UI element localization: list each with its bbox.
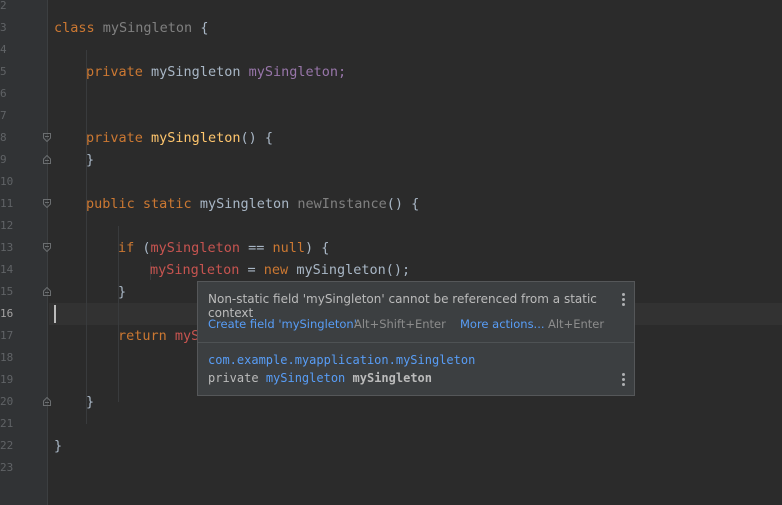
decl-modifier: private xyxy=(208,371,259,385)
line-number: 11 xyxy=(0,197,14,210)
line-number: 10 xyxy=(0,175,14,188)
method-name: newInstance xyxy=(297,196,387,212)
line-number: 2 xyxy=(0,0,7,12)
code-line: public static mySingleton newInstance() … xyxy=(86,193,419,215)
code-line: private mySingleton mySingleton; xyxy=(86,61,346,83)
error-field-ref: myS xyxy=(174,328,200,344)
line-number: 23 xyxy=(0,461,14,474)
keyword: static xyxy=(142,196,192,212)
fold-open-icon[interactable] xyxy=(43,133,51,142)
punct: } xyxy=(86,152,95,168)
shortcut-text: Alt+Enter xyxy=(548,317,605,331)
text-caret xyxy=(54,305,56,323)
line-number: 3 xyxy=(0,21,7,34)
line-number: 4 xyxy=(0,43,7,56)
type-name: mySingleton xyxy=(199,196,290,212)
code-line: } xyxy=(118,281,126,303)
operator: = xyxy=(239,262,264,278)
field-declaration: private mySingleton mySingleton xyxy=(208,371,432,385)
code-line: } xyxy=(86,149,94,171)
punct: } xyxy=(86,394,95,410)
line-number-gutter[interactable]: 2 3 4 5 6 7 8 9 10 11 12 13 14 15 16 17 … xyxy=(0,0,51,505)
error-message: Non-static field 'mySingleton' cannot be… xyxy=(208,292,597,320)
keyword: class xyxy=(54,20,95,36)
shortcut-text: Alt+Shift+Enter xyxy=(354,317,446,331)
code-line: class mySingleton { xyxy=(54,17,208,39)
code-line: } xyxy=(86,391,94,413)
fold-close-icon[interactable] xyxy=(43,287,51,296)
fold-close-icon[interactable] xyxy=(43,397,51,406)
line-number: 13 xyxy=(0,241,14,254)
more-actions-link[interactable]: More actions... xyxy=(460,317,545,331)
line-number: 7 xyxy=(0,109,7,122)
line-number: 5 xyxy=(0,65,7,78)
qualified-name-link[interactable]: com.example.myapplication.mySingleton xyxy=(208,353,475,367)
line-number: 8 xyxy=(0,131,7,144)
class-name: mySingleton xyxy=(102,20,193,36)
operator: == xyxy=(239,240,273,256)
line-number: 22 xyxy=(0,439,14,452)
fold-open-icon[interactable] xyxy=(43,199,51,208)
more-actions-shortcut: Alt+Enter xyxy=(548,317,604,331)
code-line: return myS xyxy=(118,325,199,347)
line-number: 21 xyxy=(0,417,14,430)
punct: { xyxy=(200,20,209,36)
keyword: null xyxy=(272,240,305,256)
keyword: private xyxy=(86,64,143,80)
line-number: 6 xyxy=(0,87,7,100)
type-name: mySingleton xyxy=(151,64,241,80)
code-line: if (mySingleton == null) { xyxy=(118,237,329,259)
create-field-shortcut: Alt+Shift+Enter xyxy=(354,317,446,331)
fold-open-icon[interactable] xyxy=(43,243,51,252)
constructor-name: mySingleton xyxy=(151,130,241,146)
code-line: private mySingleton() { xyxy=(86,127,273,149)
line-number: 19 xyxy=(0,373,14,386)
field-name: mySingleton; xyxy=(248,64,347,80)
punct: () { xyxy=(240,130,273,146)
code-line: } xyxy=(54,435,62,457)
punct: ) { xyxy=(304,240,330,256)
fold-close-icon[interactable] xyxy=(43,155,51,164)
punct: ( xyxy=(142,240,151,256)
line-number: 9 xyxy=(0,153,7,166)
line-number: 18 xyxy=(0,351,14,364)
popup-divider xyxy=(198,342,634,343)
line-number: 17 xyxy=(0,329,14,342)
more-options-icon[interactable] xyxy=(622,373,626,387)
error-field-ref: mySingleton xyxy=(150,240,240,256)
keyword: public xyxy=(86,196,135,212)
line-number-current: 16 xyxy=(0,307,14,320)
expression: mySingleton(); xyxy=(288,262,411,278)
line-number: 15 xyxy=(0,285,14,298)
decl-name: mySingleton xyxy=(352,371,433,385)
keyword: return xyxy=(118,328,167,344)
more-actions-action[interactable]: More actions... xyxy=(460,317,545,331)
error-tooltip-popup[interactable]: Non-static field 'mySingleton' cannot be… xyxy=(197,281,635,396)
decl-type-link[interactable]: mySingleton xyxy=(266,371,345,385)
punct: () { xyxy=(386,196,420,212)
punct: } xyxy=(54,438,63,454)
keyword: new xyxy=(263,262,289,278)
line-number: 14 xyxy=(0,263,14,276)
keyword: if xyxy=(118,240,135,256)
code-line: mySingleton = new mySingleton(); xyxy=(150,259,410,281)
punct: } xyxy=(118,284,127,300)
line-number: 20 xyxy=(0,395,14,408)
create-field-action[interactable]: Create field 'mySingleton' xyxy=(208,317,357,331)
code-editor[interactable]: class mySingleton { private mySingleton … xyxy=(54,0,782,505)
create-field-link[interactable]: Create field 'mySingleton' xyxy=(208,317,357,331)
keyword: private xyxy=(86,130,143,146)
more-options-icon[interactable] xyxy=(622,293,626,307)
line-number: 12 xyxy=(0,219,14,232)
error-field-ref: mySingleton xyxy=(150,262,240,278)
